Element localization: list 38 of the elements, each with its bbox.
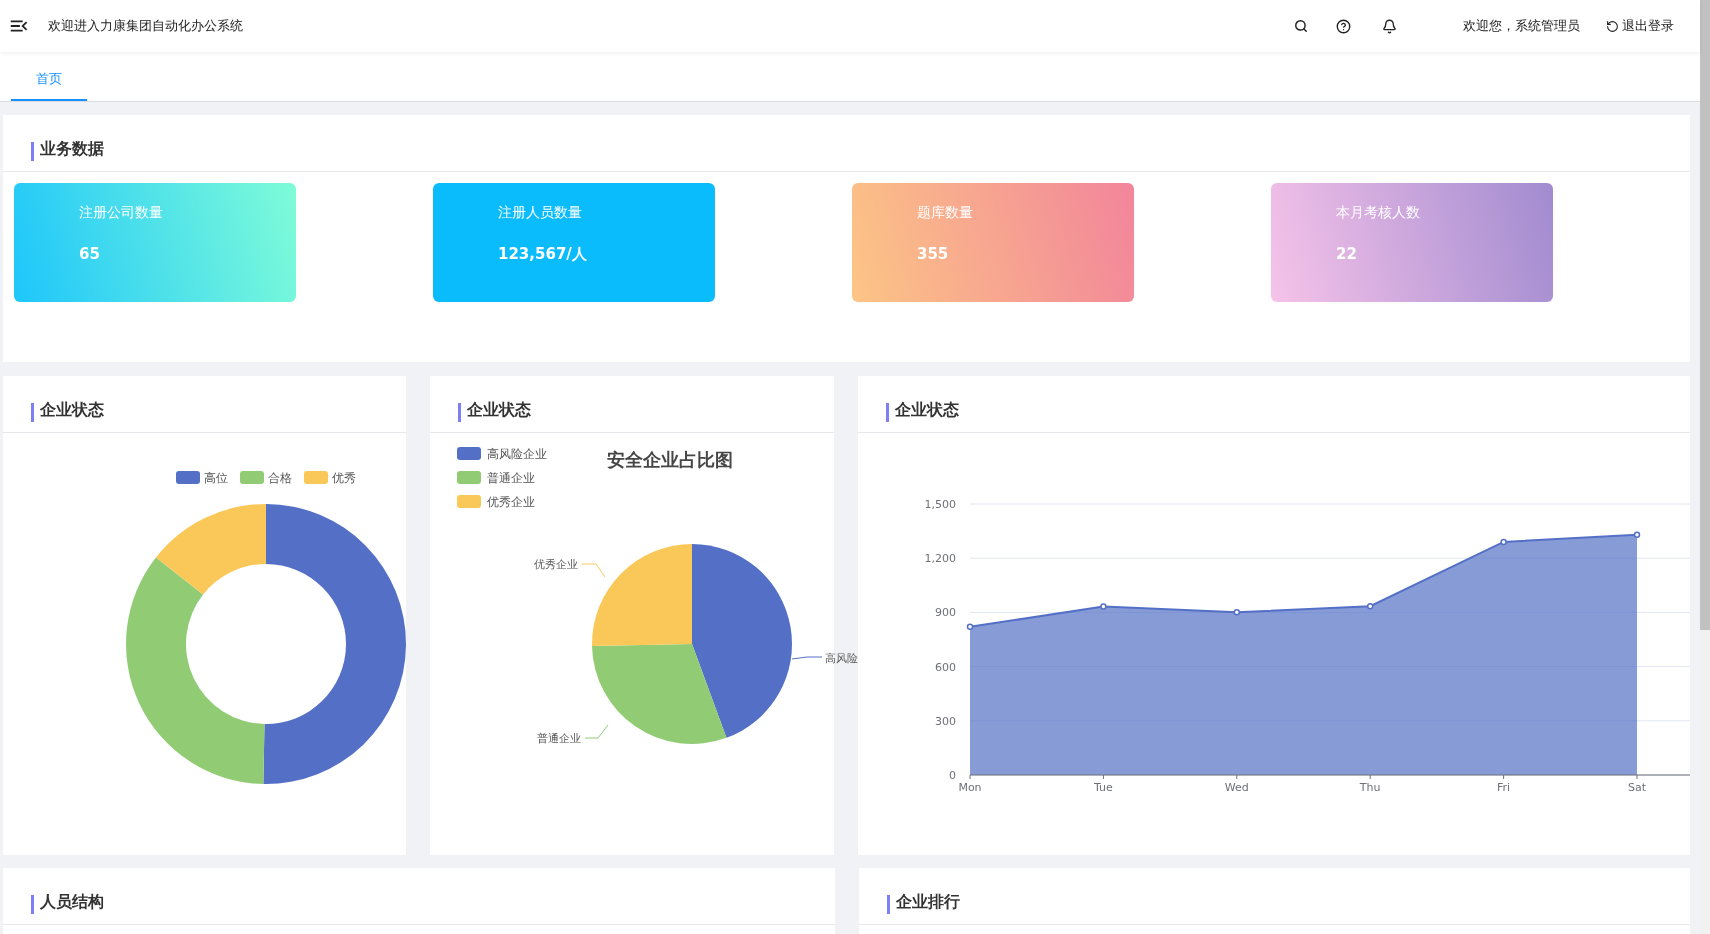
card-value: 22 [1336,244,1358,265]
legend-label: 优秀企业 [487,495,535,509]
panel-title: 人员结构 [40,891,104,913]
slice-label: 优秀企业 [534,558,578,571]
card-label: 注册公司数量 [79,203,164,222]
panel-title: 企业状态 [467,399,531,421]
panel-title: 企业状态 [895,399,959,421]
x-axis-label: Tue [1094,781,1113,794]
card-value: 65 [79,244,101,265]
user-greeting: 欢迎您，系统管理员 [1463,17,1580,36]
card-label: 题库数量 [917,203,974,222]
panel-title: 企业排行 [895,891,960,913]
card-label: 本月考核人数 [1336,203,1421,222]
panel-title: 业务数据 [40,138,104,160]
card-value: 123,567/人 [498,244,588,265]
legend-label: 高风险企业 [487,447,547,461]
card-value: 355 [917,244,950,265]
legend-label: 合格 [268,471,292,485]
x-axis-label: Fri [1497,781,1511,794]
y-axis-label: 1,500 [924,498,956,511]
y-axis-label: 300 [935,714,956,728]
card-label: 注册人员数量 [498,203,583,222]
legend-label: 高位 [204,471,228,485]
system-title: 欢迎进入力康集团自动化办公系统 [48,17,243,36]
y-axis-label: 900 [935,606,956,620]
legend-label: 普通企业 [487,471,535,485]
y-axis-label: 600 [935,660,956,674]
x-axis-label: Wed [1224,781,1249,794]
x-axis-label: Sat [1628,781,1646,794]
y-axis-label: 1,200 [924,552,956,566]
y-axis-label: 0 [949,769,956,782]
slice-label: 高风险 [825,652,858,665]
chart-title: 安全企业占比图 [607,449,733,470]
x-axis-label: Mon [958,781,982,794]
slice-label: 普通企业 [537,732,581,745]
x-axis-label: Thu [1359,781,1381,794]
panel-title: 企业状态 [40,399,104,421]
legend-label: 优秀 [332,471,356,485]
